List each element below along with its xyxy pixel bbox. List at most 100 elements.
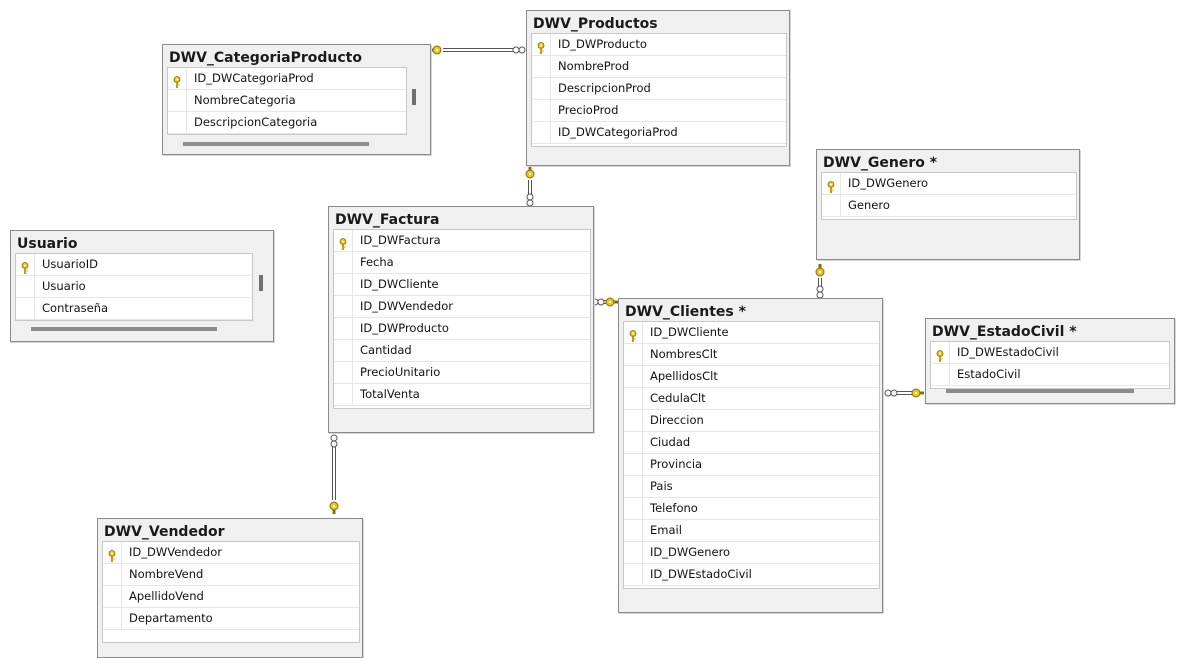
table-dwv-estadocivil[interactable]: DWV_EstadoCivil * ID_DWEstadoCivil Estado…: [925, 318, 1175, 404]
column-row[interactable]: ID_DWCliente: [624, 322, 879, 344]
row-selector[interactable]: [168, 90, 187, 111]
row-selector[interactable]: [532, 122, 551, 143]
table-usuario[interactable]: Usuario UsuarioID Usuario Contraseña: [10, 230, 274, 342]
row-selector[interactable]: [624, 454, 643, 475]
table-dwv-factura[interactable]: DWV_Factura ID_DWFactura Fecha ID_DWClient…: [328, 206, 594, 433]
column-row[interactable]: Genero: [822, 195, 1076, 217]
column-row[interactable]: Telefono: [624, 498, 879, 520]
row-selector[interactable]: [16, 298, 35, 319]
row-selector[interactable]: [334, 274, 353, 295]
horizontal-scrollbar[interactable]: [183, 142, 369, 146]
column-row[interactable]: CedulaClt: [624, 388, 879, 410]
table-dwv-clientes[interactable]: DWV_Clientes * ID_DWCliente NombresClt Ape…: [618, 298, 883, 613]
column-row[interactable]: ID_DWGenero: [624, 542, 879, 564]
column-name: Departamento: [129, 611, 213, 625]
row-selector[interactable]: [168, 112, 187, 133]
row-selector[interactable]: [103, 586, 122, 607]
row-selector[interactable]: [532, 100, 551, 121]
column-row[interactable]: ID_DWEstadoCivil: [624, 564, 879, 586]
column-row[interactable]: ID_DWFactura: [334, 230, 590, 252]
column-row[interactable]: TotalVenta: [334, 384, 590, 406]
column-row[interactable]: DescripcionProd: [532, 78, 786, 100]
column-grid: ID_DWEstadoCivil EstadoCivil: [930, 341, 1170, 389]
row-selector[interactable]: [16, 276, 35, 297]
column-row[interactable]: PrecioProd: [532, 100, 786, 122]
row-selector[interactable]: [624, 388, 643, 409]
row-selector[interactable]: [103, 608, 122, 629]
table-dwv-categoriaproducto[interactable]: DWV_CategoriaProducto ID_DWCategoriaProd…: [162, 44, 431, 155]
column-row[interactable]: Cantidad: [334, 340, 590, 362]
column-row[interactable]: NombreProd: [532, 56, 786, 78]
table-dwv-genero[interactable]: DWV_Genero * ID_DWGenero Genero: [816, 149, 1080, 260]
column-name: ID_DWVendedor: [129, 545, 222, 559]
column-row[interactable]: Email: [624, 520, 879, 542]
one-end-icon: [914, 391, 918, 395]
column-row[interactable]: Contraseña: [16, 298, 252, 320]
row-selector[interactable]: [624, 322, 643, 343]
row-selector[interactable]: [624, 520, 643, 541]
column-row[interactable]: NombreVend: [103, 564, 359, 586]
row-selector[interactable]: [334, 318, 353, 339]
row-selector[interactable]: [334, 296, 353, 317]
column-row[interactable]: UsuarioID: [16, 254, 252, 276]
row-selector[interactable]: [931, 342, 950, 363]
row-selector[interactable]: [334, 340, 353, 361]
column-row[interactable]: ID_DWEstadoCivil: [931, 342, 1169, 364]
row-selector[interactable]: [624, 410, 643, 431]
column-row[interactable]: Provincia: [624, 454, 879, 476]
horizontal-scrollbar[interactable]: [946, 389, 1134, 393]
row-selector[interactable]: [624, 366, 643, 387]
column-name: Ciudad: [650, 435, 691, 449]
vertical-scrollbar[interactable]: [259, 275, 263, 291]
column-row[interactable]: ID_DWProducto: [532, 34, 786, 56]
row-selector[interactable]: [168, 68, 187, 89]
table-dwv-vendedor[interactable]: DWV_Vendedor ID_DWVendedor NombreVend Apel…: [97, 518, 363, 658]
row-selector[interactable]: [624, 432, 643, 453]
column-row[interactable]: ID_DWCategoriaProd: [532, 122, 786, 144]
column-row[interactable]: PrecioUnitario: [334, 362, 590, 384]
column-row[interactable]: NombreCategoria: [168, 90, 406, 112]
column-row[interactable]: DescripcionCategoria: [168, 112, 406, 134]
column-row[interactable]: Pais: [624, 476, 879, 498]
table-title: DWV_Vendedor: [104, 524, 225, 540]
column-row[interactable]: ID_DWCliente: [334, 274, 590, 296]
column-row[interactable]: Fecha: [334, 252, 590, 274]
column-row[interactable]: Direccion: [624, 410, 879, 432]
column-row[interactable]: ID_DWCategoriaProd: [168, 68, 406, 90]
row-selector[interactable]: [334, 362, 353, 383]
row-selector[interactable]: [822, 195, 841, 216]
vertical-scrollbar[interactable]: [412, 89, 416, 105]
row-selector[interactable]: [334, 230, 353, 251]
row-selector[interactable]: [624, 498, 643, 519]
row-selector[interactable]: [103, 542, 122, 563]
row-selector[interactable]: [624, 344, 643, 365]
row-selector[interactable]: [103, 564, 122, 585]
row-selector[interactable]: [931, 364, 950, 385]
column-row[interactable]: Ciudad: [624, 432, 879, 454]
column-name: ID_DWProducto: [558, 37, 647, 51]
row-selector[interactable]: [334, 252, 353, 273]
column-name: ID_DWProducto: [360, 321, 449, 335]
column-row[interactable]: Departamento: [103, 608, 359, 630]
column-row[interactable]: ID_DWProducto: [334, 318, 590, 340]
column-row[interactable]: ID_DWVendedor: [103, 542, 359, 564]
row-selector[interactable]: [532, 56, 551, 77]
horizontal-scrollbar[interactable]: [31, 327, 217, 331]
row-selector[interactable]: [624, 542, 643, 563]
row-selector[interactable]: [334, 384, 353, 405]
column-row[interactable]: ApellidosClt: [624, 366, 879, 388]
row-selector[interactable]: [532, 78, 551, 99]
column-name: ID_DWCliente: [650, 325, 729, 339]
column-row[interactable]: ApellidoVend: [103, 586, 359, 608]
column-row[interactable]: ID_DWGenero: [822, 173, 1076, 195]
row-selector[interactable]: [822, 173, 841, 194]
row-selector[interactable]: [16, 254, 35, 275]
table-dwv-productos[interactable]: DWV_Productos ID_DWProducto NombreProd Des…: [526, 10, 790, 166]
column-row[interactable]: NombresClt: [624, 344, 879, 366]
row-selector[interactable]: [532, 34, 551, 55]
row-selector[interactable]: [624, 564, 643, 585]
column-row[interactable]: Usuario: [16, 276, 252, 298]
column-row[interactable]: EstadoCivil: [931, 364, 1169, 386]
column-row[interactable]: ID_DWVendedor: [334, 296, 590, 318]
row-selector[interactable]: [624, 476, 643, 497]
